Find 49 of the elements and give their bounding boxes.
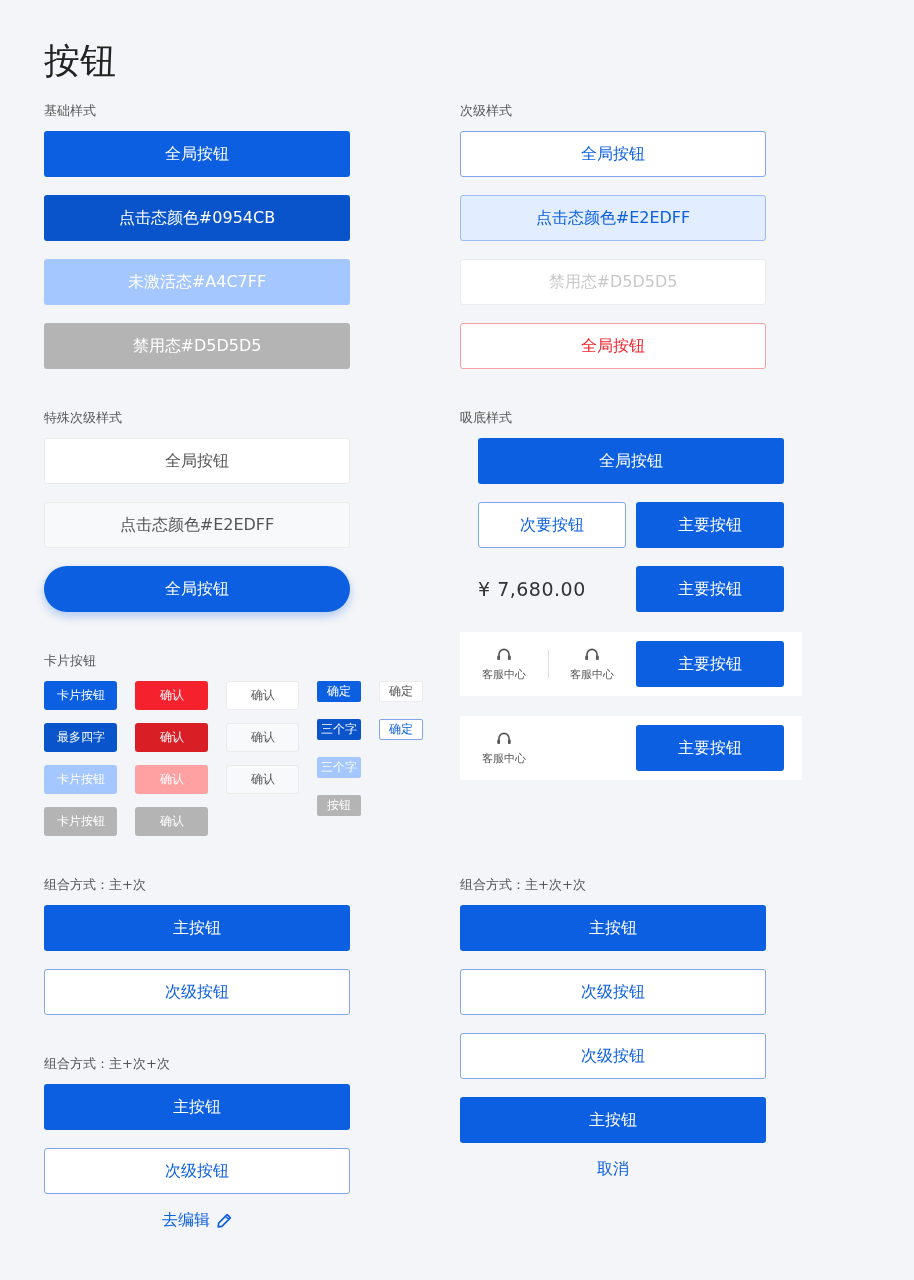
section-label: 基础样式 [44, 102, 97, 120]
button[interactable]: 最多四字 [44, 723, 117, 752]
button[interactable]: 三个字 [317, 719, 361, 740]
section-label: 次级样式 [460, 102, 513, 120]
service-label: 客服中心 [481, 667, 526, 682]
button[interactable]: 主要按钮 [636, 725, 784, 771]
button[interactable]: 主要按钮 [636, 641, 784, 687]
button[interactable]: 全局按钮 [44, 566, 350, 612]
button[interactable]: 主要按钮 [636, 502, 784, 548]
link[interactable]: 取消 [597, 1159, 629, 1180]
button[interactable]: 确认 [135, 723, 208, 752]
price: ¥ 7,680.00 [478, 578, 586, 600]
section-label: 组合方式：主+次+次 [460, 876, 587, 894]
button[interactable]: 全局按钮 [478, 438, 784, 484]
button[interactable]: 主要按钮 [636, 566, 784, 612]
section-label: 卡片按钮 [44, 652, 97, 670]
button[interactable]: 确认 [226, 681, 299, 710]
button[interactable]: 确认 [226, 723, 299, 752]
button[interactable]: 确定 [379, 719, 423, 740]
service-label: 客服中心 [482, 751, 526, 766]
section-label: 吸底样式 [460, 409, 512, 427]
pencil-icon[interactable] [215, 1212, 233, 1229]
button[interactable]: 次级按钮 [44, 969, 350, 1015]
button[interactable]: 主按钮 [460, 1097, 766, 1143]
button[interactable]: 主按钮 [44, 1084, 350, 1130]
button[interactable]: 全局按钮 [44, 438, 350, 484]
service-label: 客服中心 [570, 667, 615, 682]
button[interactable]: 确认 [135, 681, 208, 710]
button[interactable]: 次级按钮 [460, 1033, 766, 1079]
button[interactable]: 主按钮 [460, 905, 766, 951]
section-label: 组合方式：主+次+次 [44, 1055, 171, 1073]
button[interactable]: 次要按钮 [478, 502, 626, 548]
button[interactable]: 主按钮 [44, 905, 350, 951]
button[interactable]: 全局按钮 [460, 131, 766, 177]
button[interactable]: 全局按钮 [460, 323, 766, 369]
button[interactable]: 全局按钮 [44, 131, 350, 177]
button[interactable]: 次级按钮 [44, 1148, 350, 1194]
button[interactable]: 卡片按钮 [44, 681, 117, 710]
section-label: 组合方式：主+次 [44, 876, 147, 894]
button[interactable]: 确认 [226, 765, 299, 794]
link[interactable]: 去编辑 [161, 1210, 210, 1231]
button[interactable]: 点击态颜色#0954CB [44, 195, 350, 241]
button[interactable]: 次级按钮 [460, 969, 766, 1015]
button[interactable]: 点击态颜色#E2EDFF [44, 502, 350, 548]
button[interactable]: 确定 [379, 681, 423, 702]
page-title: 按钮 [44, 39, 117, 83]
button[interactable]: 确定 [317, 681, 361, 702]
button[interactable]: 点击态颜色#E2EDFF [460, 195, 766, 241]
section-label: 特殊次级样式 [44, 409, 123, 427]
